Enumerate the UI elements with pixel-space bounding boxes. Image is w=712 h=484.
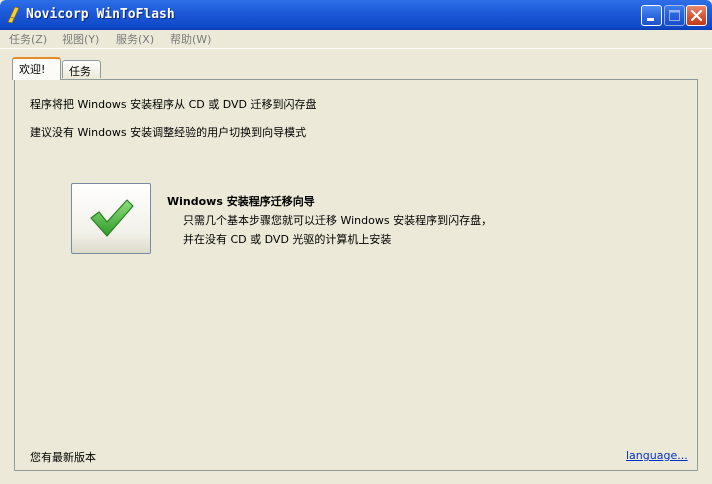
wizard-desc-1: 只需几个基本步骤您就可以迁移 Windows 安装程序到闪存盘， [183, 214, 493, 227]
checkmark-icon [90, 199, 134, 237]
window-title: Novicorp WinToFlash [26, 7, 175, 22]
title-bar[interactable]: Novicorp WinToFlash [0, 0, 712, 30]
app-icon [7, 7, 20, 23]
tab-welcome[interactable]: 欢迎! [12, 57, 61, 80]
wizard-title: Windows 安装程序迁移向导 [167, 195, 315, 208]
app-window: Novicorp WinToFlash 任务(Z) 视图(Y) 服务(X) 帮助… [0, 0, 712, 484]
wizard-button[interactable] [71, 183, 151, 254]
menu-bar: 任务(Z) 视图(Y) 服务(X) 帮助(W) [0, 30, 712, 48]
menu-service[interactable]: 服务(X) [116, 31, 154, 47]
tab-tasks[interactable]: 任务 [62, 60, 101, 78]
minimize-icon [647, 18, 654, 21]
language-link[interactable]: language... [626, 449, 688, 462]
intro-line-1: 程序将把 Windows 安装程序从 CD 或 DVD 迁移到闪存盘 [30, 98, 317, 111]
close-button[interactable] [686, 5, 707, 26]
menu-separator [0, 48, 712, 49]
minimize-button[interactable] [641, 5, 662, 26]
menu-task[interactable]: 任务(Z) [9, 31, 47, 47]
menu-view[interactable]: 视图(Y) [62, 31, 99, 47]
version-status: 您有最新版本 [30, 451, 96, 464]
intro-line-2: 建议没有 Windows 安装调整经验的用户切换到向导模式 [30, 126, 307, 139]
wizard-desc-2: 并在没有 CD 或 DVD 光驱的计算机上安装 [183, 233, 392, 246]
maximize-icon [669, 10, 680, 21]
maximize-button[interactable] [664, 5, 685, 26]
close-icon [690, 9, 703, 22]
menu-help[interactable]: 帮助(W) [170, 31, 211, 47]
